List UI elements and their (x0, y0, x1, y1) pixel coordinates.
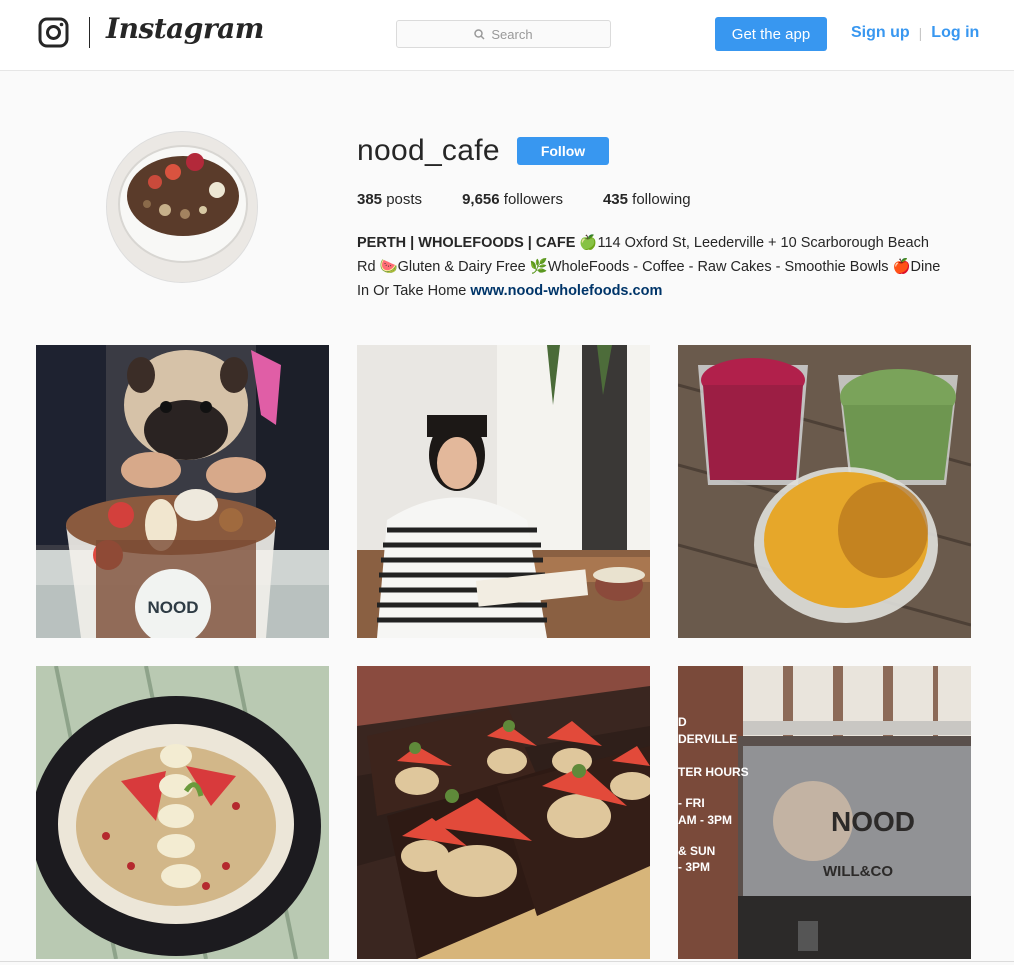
logo-divider (89, 17, 90, 48)
bio-line-3: In Or Take Home (357, 283, 471, 299)
followers-label: followers (503, 191, 563, 208)
sign-line-4: - FRI (678, 796, 705, 810)
post-thumbnail-2[interactable] (357, 345, 650, 638)
bio-name: PERTH | WHOLEFOODS | CAFE (357, 235, 576, 251)
auth-links: Sign up | Log in (851, 24, 979, 42)
followers-count: 9,656 (462, 191, 500, 208)
post-thumbnail-6[interactable]: D DERVILLE TER HOURS - FRI AM - 3PM & SU… (678, 666, 971, 959)
post-thumbnail-5[interactable] (357, 666, 650, 959)
sign-line-1: D (678, 715, 687, 729)
porridge-bowl-photo (36, 666, 329, 959)
follow-button[interactable]: Follow (517, 137, 609, 165)
profile-stats: 385 posts 9,656 followers 435 following (357, 191, 731, 208)
search-icon (474, 28, 485, 40)
bio-line-1: 🍏114 Oxford St, Leederville + 10 Scarbor… (579, 235, 929, 251)
search-input[interactable]: Search (396, 20, 611, 48)
following-count: 435 (602, 191, 628, 208)
post-thumbnail-4[interactable] (36, 666, 329, 959)
sign-line-2: DERVILLE (678, 732, 737, 746)
posts-count: 385 (357, 191, 383, 208)
coffee-machine-photo: D DERVILLE TER HOURS - FRI AM - 3PM & SU… (678, 666, 971, 959)
post-thumbnail-1[interactable]: NOOD (36, 345, 329, 638)
sign-line-6: & SUN (678, 844, 715, 858)
sign-up-link[interactable]: Sign up (851, 24, 910, 42)
profile-bio: PERTH | WHOLEFOODS | CAFE 🍏114 Oxford St… (357, 231, 977, 303)
posts-stat: 385 posts (357, 191, 422, 208)
instagram-wordmark-logo[interactable]: Instagram (106, 12, 264, 45)
post-thumbnail-3[interactable] (678, 345, 971, 638)
search-placeholder: Search (491, 26, 533, 42)
colorful-lattes-photo (678, 345, 971, 638)
woman-striped-sweater-photo (357, 345, 650, 638)
sign-line-3: TER HOURS (678, 765, 749, 779)
sign-line-5: AM - 3PM (678, 813, 732, 827)
posts-label: posts (386, 191, 423, 208)
sign-line-7: - 3PM (678, 860, 710, 874)
cup-logo-text: NOOD (148, 598, 199, 617)
machine-sub-text: WILL&CO (823, 863, 893, 880)
profile-username: nood_cafe (357, 134, 500, 167)
top-navigation-bar: Instagram Search Get the app Sign up | L… (0, 0, 1014, 71)
following-label: following (632, 191, 691, 208)
raw-cakes-strawberries-photo (357, 666, 650, 959)
pug-smoothie-bowl-photo: NOOD (36, 345, 329, 638)
bio-website-link[interactable]: www.nood-wholefoods.com (470, 283, 662, 299)
bio-line-2: Rd 🍉Gluten & Dairy Free 🌿WholeFoods - Co… (357, 259, 941, 275)
followers-stat[interactable]: 9,656 followers (462, 191, 563, 208)
bottom-divider (0, 961, 1014, 962)
instagram-camera-icon[interactable] (38, 17, 69, 48)
following-stat[interactable]: 435 following (603, 191, 691, 208)
get-the-app-button[interactable]: Get the app (715, 17, 827, 51)
log-in-link[interactable]: Log in (931, 24, 979, 42)
auth-separator: | (918, 25, 923, 41)
machine-brand-text: NOOD (831, 806, 915, 837)
profile-avatar[interactable] (106, 131, 258, 283)
